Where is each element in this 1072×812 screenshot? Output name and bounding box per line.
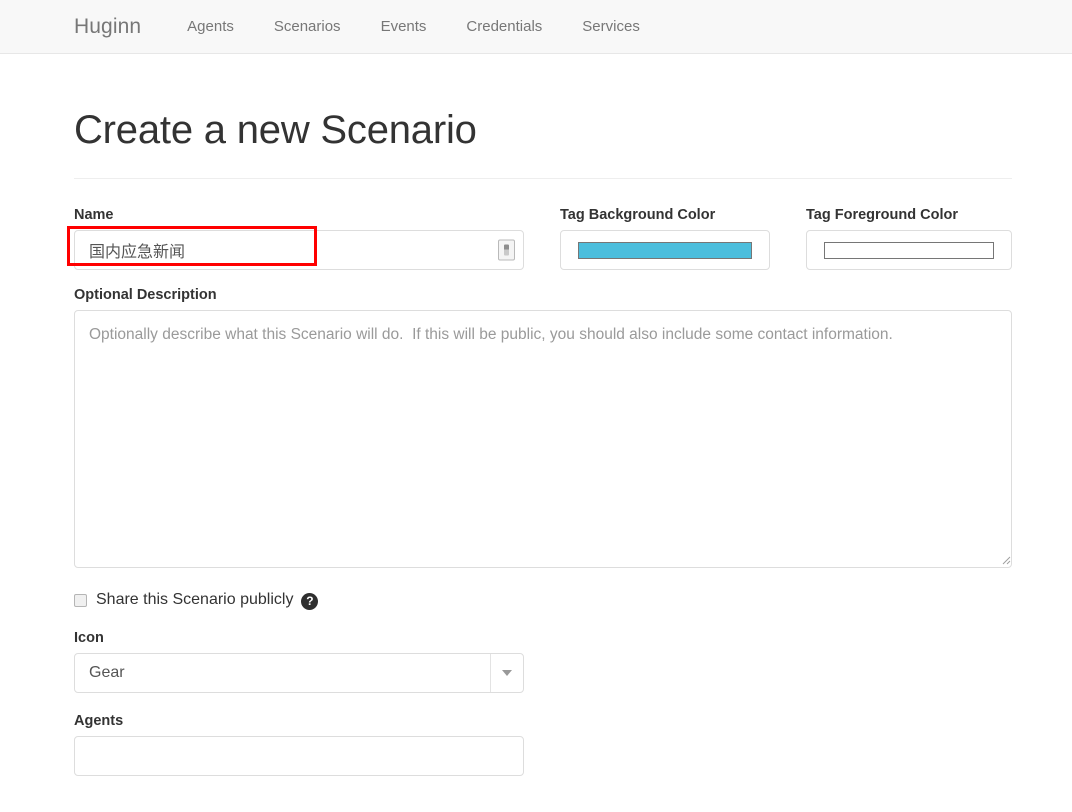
- icon-select-value: Gear: [89, 664, 125, 681]
- nav-link-services[interactable]: Services: [562, 19, 660, 34]
- nav-link-scenarios[interactable]: Scenarios: [254, 19, 361, 34]
- field-tag-background-color: Tag Background Color: [560, 207, 770, 270]
- tag-background-color-swatch[interactable]: [578, 241, 752, 259]
- name-input[interactable]: [74, 230, 524, 270]
- name-label: Name: [74, 207, 114, 223]
- optional-description-label: Optional Description: [74, 287, 217, 303]
- field-name: Name: [67, 207, 524, 270]
- field-agents: Agents: [74, 713, 1014, 776]
- title-divider: [74, 178, 1012, 179]
- tag-foreground-color-swatch[interactable]: [824, 241, 994, 259]
- icon-select[interactable]: Gear: [74, 653, 524, 693]
- tag-background-color-picker[interactable]: [560, 230, 770, 270]
- nav-link-events[interactable]: Events: [361, 19, 447, 34]
- top-navbar: Huginn Agents Scenarios Events Credentia…: [0, 0, 1072, 54]
- tag-foreground-color-picker[interactable]: [806, 230, 1012, 270]
- form-row-name-colors: Name Tag Background Color Tag Foreground…: [67, 207, 1014, 270]
- tag-foreground-color-label: Tag Foreground Color: [806, 207, 958, 223]
- nav-link-agents[interactable]: Agents: [167, 19, 254, 34]
- share-publicly-row: Share this Scenario publicly ?: [74, 588, 1014, 612]
- navbar-items: Huginn Agents Scenarios Events Credentia…: [74, 0, 660, 53]
- nav-link-credentials[interactable]: Credentials: [446, 19, 562, 34]
- main-content: Create a new Scenario Name Tag Backgroun…: [67, 54, 1014, 776]
- agents-label: Agents: [74, 713, 124, 729]
- brand-logo[interactable]: Huginn: [74, 16, 167, 37]
- description-wrapper: [74, 310, 1014, 568]
- field-tag-foreground-color: Tag Foreground Color: [806, 207, 1012, 270]
- icon-label: Icon: [74, 630, 104, 646]
- autofill-icon[interactable]: [498, 239, 515, 261]
- chevron-down-icon[interactable]: [490, 654, 523, 692]
- question-mark-icon[interactable]: ?: [301, 592, 319, 610]
- share-publicly-checkbox[interactable]: [74, 593, 87, 607]
- name-input-wrapper: [67, 226, 524, 270]
- page-title: Create a new Scenario: [74, 108, 477, 152]
- tag-background-color-label: Tag Background Color: [560, 207, 716, 223]
- field-icon: Icon Gear: [74, 630, 1014, 693]
- share-publicly-label: Share this Scenario publicly: [96, 591, 294, 608]
- agents-input[interactable]: [74, 736, 524, 776]
- optional-description-textarea[interactable]: [74, 310, 1012, 568]
- field-optional-description: Optional Description: [74, 287, 1014, 568]
